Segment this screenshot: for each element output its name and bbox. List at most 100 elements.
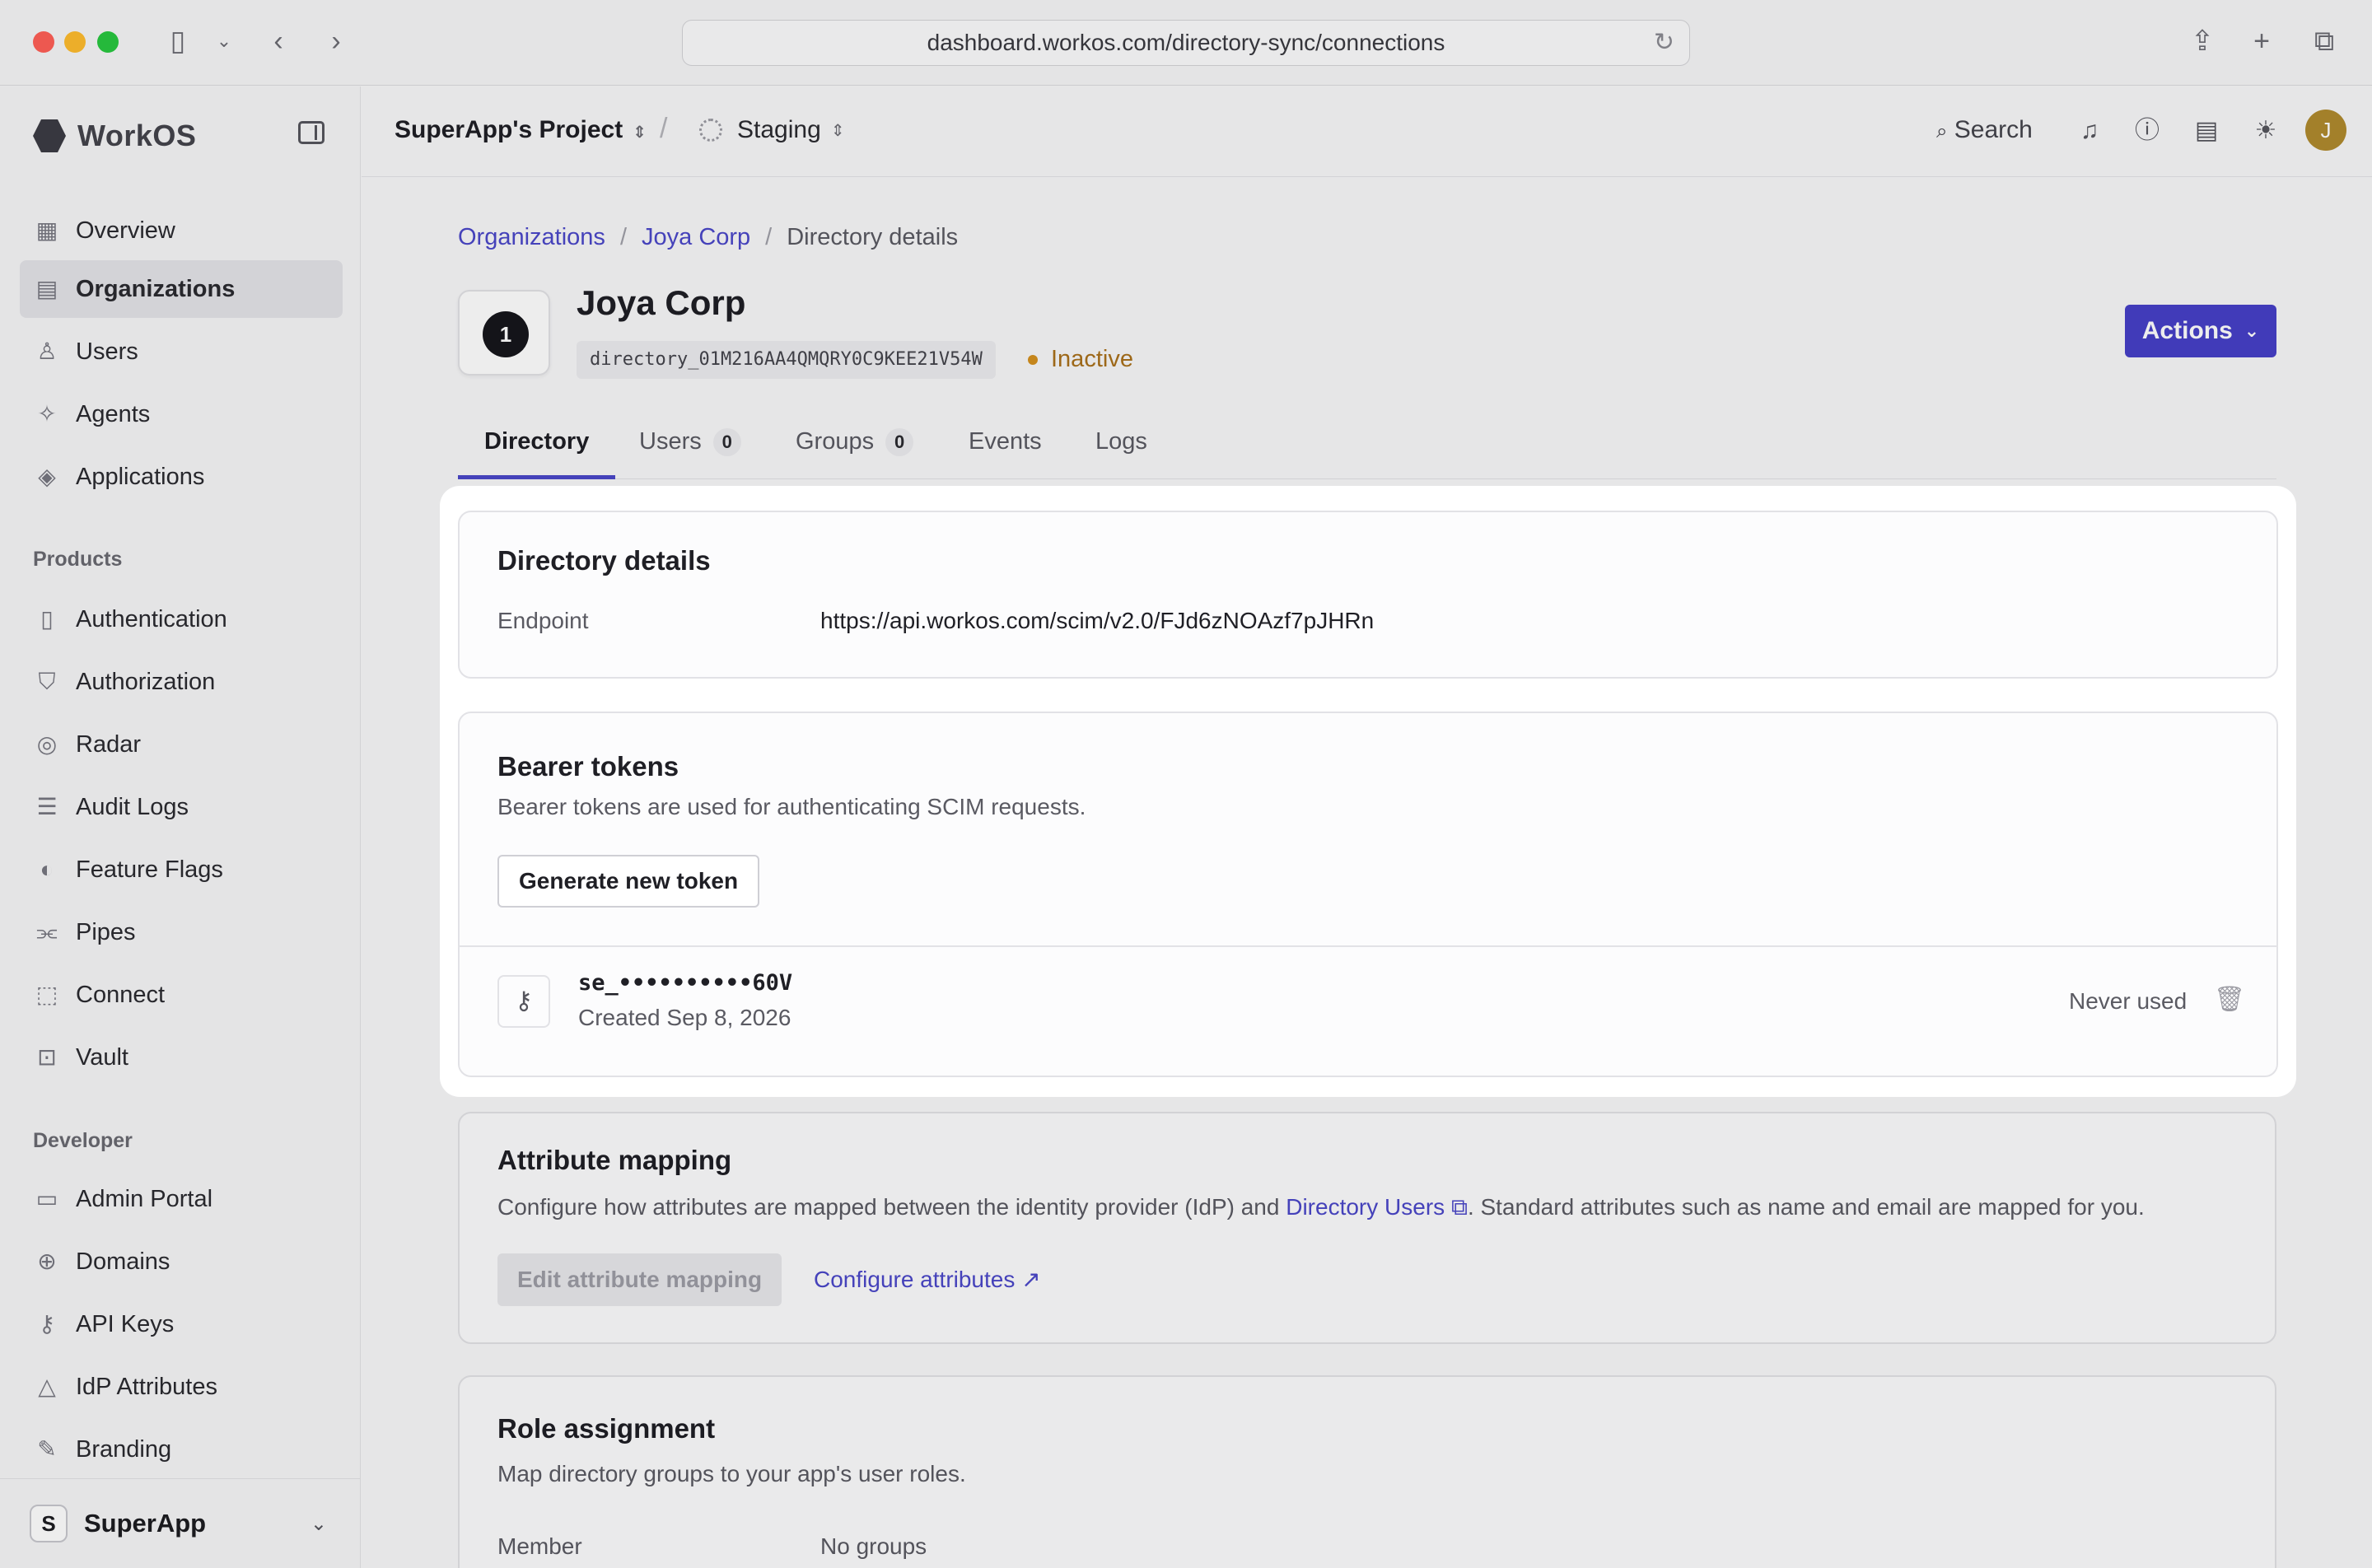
bell-icon[interactable]: ♫ [2075,116,2104,146]
sidebar-item-agents[interactable]: ✧ Agents [20,385,343,443]
configure-attributes-link[interactable]: Configure attributes ↗ [814,1253,1041,1306]
endpoint-label: Endpoint [497,608,589,633]
section-developer-label: Developer [33,1129,133,1152]
sidebar-item-applications[interactable]: ◈ Applications [20,448,343,506]
workspace-name: SuperApp [84,1509,207,1538]
layers-icon: ◈ [38,464,56,489]
sidebar-item-feature-flags[interactable]: ◐ Feature Flags [20,841,343,898]
vault-icon: ⊡ [37,1044,57,1070]
chevron-down-icon[interactable]: ⌄ [206,23,242,59]
radar-icon: ◎ [36,731,58,757]
token-created: Created Sep 8, 2026 [578,1005,791,1030]
collapse-sidebar-icon[interactable] [298,121,325,144]
directory-id-badge[interactable]: directory_01M216AA4QMQRY0C9KEE21V54W [577,341,996,379]
directory-details-card: Directory details Endpoint https://api.w… [458,511,2278,679]
close-window-button[interactable] [33,31,54,53]
generate-new-token-button[interactable]: Generate new token [497,855,760,908]
back-arrow-icon[interactable]: ‹ [260,23,296,59]
tab-logs[interactable]: Logs [1095,428,1147,479]
sidebar-item-vault[interactable]: ⊡ Vault [20,1029,343,1086]
key-icon: ⚷ [497,975,550,1028]
tab-bar: Directory Users 0 Groups 0 Events Logs [458,417,2276,479]
search-label: Search [1954,116,2033,143]
card-title: Role assignment [497,1413,716,1444]
share-icon[interactable]: ⇪ [2184,23,2220,59]
zoom-window-button[interactable] [97,31,119,53]
endpoint-value[interactable]: https://api.workos.com/scim/v2.0/FJd6zNO… [820,608,1374,634]
sidebar-item-label: IdP Attributes [76,1373,217,1400]
grid-icon: ▦ [35,217,58,243]
sidebar-item-api-keys[interactable]: ⚷ API Keys [20,1295,343,1353]
organization-logo: 1 [458,290,550,376]
tab-users[interactable]: Users 0 [639,428,741,479]
sidebar-item-label: Radar [76,730,141,758]
role-assignment-card: Role assignment Map directory groups to … [458,1375,2276,1568]
avatar[interactable]: J [2305,110,2346,151]
brand-name: WorkOS [77,119,197,152]
tab-label: Groups [796,428,875,455]
sidebar-item-organizations[interactable]: ▤ Organizations [20,260,343,318]
sidebar-item-overview[interactable]: ▦ Overview [20,202,343,259]
breadcrumb-joya-corp[interactable]: Joya Corp [642,224,750,251]
connect-icon: ⬚ [35,982,58,1007]
tab-groups[interactable]: Groups 0 [796,428,914,479]
docs-icon[interactable]: ▤ [2192,116,2221,146]
edit-attribute-mapping-button[interactable]: Edit attribute mapping [497,1253,782,1306]
sort-icon: ⇕ [633,124,647,142]
sidebar-item-label: Audit Logs [76,793,189,820]
key-icon: ⚷ [38,1311,56,1337]
sidebar-item-audit-logs[interactable]: ☰ Audit Logs [20,778,343,836]
search-button[interactable]: ⌕ Search [1936,116,2033,144]
sidebar-item-branding[interactable]: ✎ Branding [20,1421,343,1478]
sidebar-item-domains[interactable]: ⊕ Domains [20,1233,343,1290]
page-title: Joya Corp [577,283,746,322]
address-bar[interactable]: dashboard.workos.com/directory-sync/conn… [682,20,1690,66]
sidebar-item-connect[interactable]: ⬚ Connect [20,966,343,1024]
card-title: Bearer tokens [497,751,679,782]
tab-label: Events [969,428,1042,455]
theme-icon[interactable]: ☀ [2251,116,2281,146]
breadcrumb-separator: / [619,224,627,250]
tab-events[interactable]: Events [969,428,1042,479]
sidebar-item-authentication[interactable]: ▯ Authentication [20,590,343,648]
breadcrumb-organizations[interactable]: Organizations [458,224,605,251]
tab-label: Users [639,428,702,455]
sidebar: WorkOS ▦ Overview ▤ Organizations ♙ User… [0,86,361,1568]
tab-overview-icon[interactable]: ⧉ [2306,23,2342,59]
environment-switcher[interactable]: Staging ⇕ [699,116,845,144]
workos-logo-icon [33,119,66,152]
workspace-switcher[interactable]: S SuperApp ⌄ [0,1478,360,1568]
top-bar: SuperApp's Project ⇕ / Staging ⇕ ⌕ Search … [362,86,2372,177]
actions-button[interactable]: Actions ⌄ [2125,305,2276,357]
sidebar-item-label: Branding [76,1435,172,1463]
sidebar-item-label: Organizations [76,275,236,302]
sidebar-item-label: Domains [76,1248,170,1275]
sidebar-item-authorization[interactable]: ⛉ Authorization [20,653,343,711]
trash-icon[interactable]: 🗑 [2214,985,2245,1014]
status-badge: Inactive [1028,346,1133,373]
sidebar-item-idp-attributes[interactable]: △ IdP Attributes [20,1358,343,1416]
environment-name: Staging [737,116,821,143]
environment-icon [699,119,722,142]
card-description: Map directory groups to your app's user … [497,1461,966,1486]
forward-arrow-icon[interactable]: › [318,23,354,59]
sidebar-item-label: Feature Flags [76,856,223,883]
new-tab-icon[interactable]: + [2244,23,2280,59]
sidebar-item-radar[interactable]: ◎ Radar [20,716,343,773]
sidebar-item-label: Authentication [76,605,227,632]
tab-directory[interactable]: Directory [458,428,616,479]
project-switcher[interactable]: SuperApp's Project ⇕ [395,116,647,144]
help-icon[interactable]: ⓘ [2132,116,2162,146]
external-link-icon: ⧉ [1450,1194,1468,1220]
card-description: Configure how attributes are mapped betw… [497,1194,2145,1221]
sidebar-item-users[interactable]: ♙ Users [20,323,343,380]
chevron-down-icon: ⌄ [2244,320,2260,341]
portal-icon: ▭ [35,1186,58,1211]
sidebar-toggle-icon[interactable]: ▯ [160,23,196,59]
sidebar-item-admin-portal[interactable]: ▭ Admin Portal [20,1170,343,1228]
reload-icon[interactable]: ↻ [1654,21,1674,65]
minimize-window-button[interactable] [64,31,86,53]
sidebar-item-pipes[interactable]: ⫘ Pipes [20,903,343,961]
directory-users-link[interactable]: Directory Users [1286,1194,1445,1220]
brand[interactable]: WorkOS [33,111,196,161]
